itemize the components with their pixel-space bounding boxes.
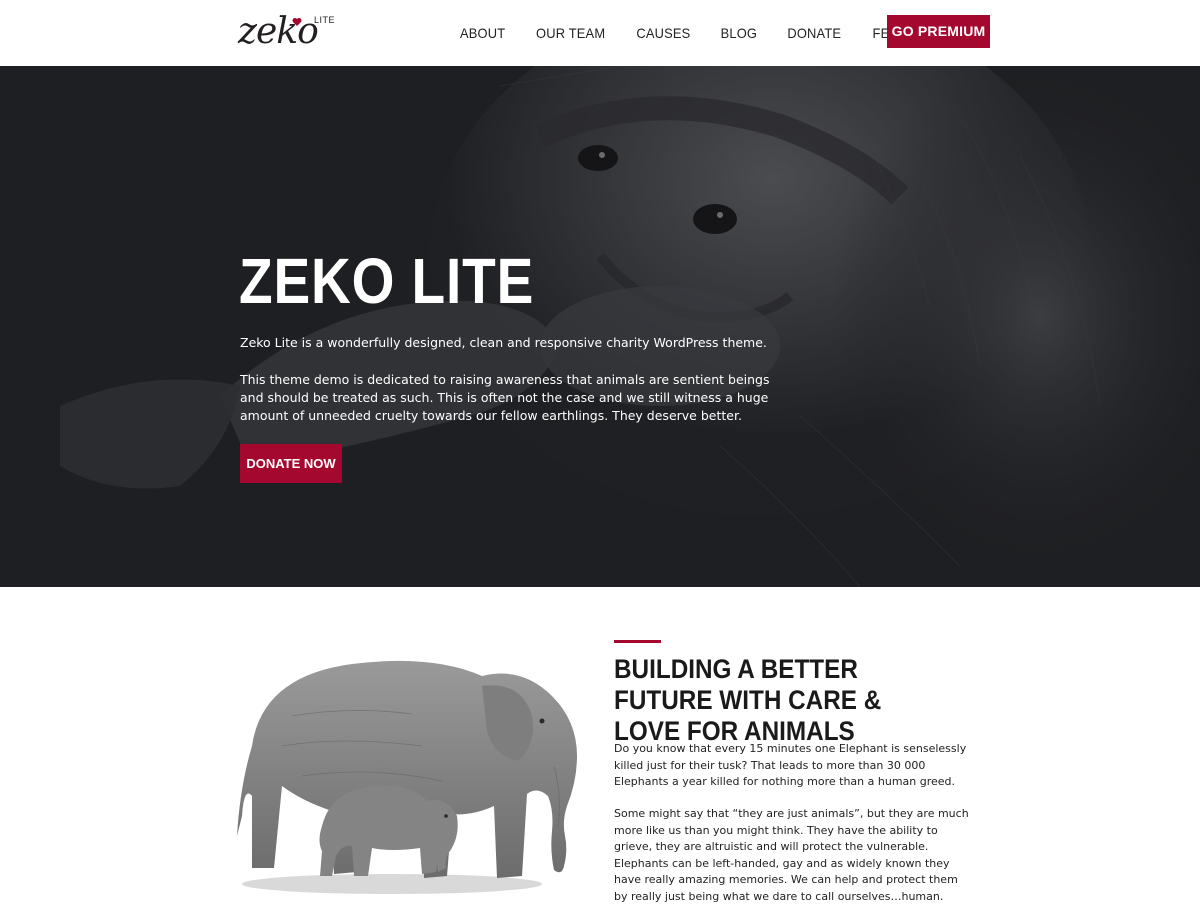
hero-description: This theme demo is dedicated to raising … <box>240 372 770 423</box>
site-logo[interactable]: zeko LITE <box>238 12 338 52</box>
donate-now-button[interactable]: DONATE NOW <box>240 444 342 483</box>
about-paragraph-2: Some might say that “they are just anima… <box>614 807 969 903</box>
about-paragraph-1: Do you know that every 15 minutes one El… <box>614 742 967 788</box>
section-accent-bar <box>614 640 661 643</box>
gorilla-photo <box>0 66 1200 587</box>
logo-lite-label: LITE <box>314 15 336 25</box>
site-header: zeko LITE ABOUT OUR TEAM CAUSES BLOG DON… <box>0 0 1200 66</box>
hero-title: ZEKO LITE <box>239 245 535 317</box>
logo-text: zeko <box>238 11 319 52</box>
nav-our-team[interactable]: OUR TEAM <box>536 25 605 41</box>
nav-donate[interactable]: DONATE <box>787 25 841 41</box>
go-premium-button[interactable]: GO PREMIUM <box>887 15 990 48</box>
heart-icon <box>292 18 302 26</box>
hero-section: ZEKO LITE Zeko Lite is a wonderfully des… <box>0 66 1200 587</box>
nav-blog[interactable]: BLOG <box>721 25 758 41</box>
elephants-photo <box>237 660 577 894</box>
nav-about[interactable]: ABOUT <box>460 25 505 41</box>
nav-causes[interactable]: CAUSES <box>637 25 691 41</box>
about-title: BUILDING A BETTER FUTURE WITH CARE & LOV… <box>614 654 882 746</box>
hero-intro-text: Zeko Lite is a wonderfully designed, cle… <box>240 335 767 350</box>
